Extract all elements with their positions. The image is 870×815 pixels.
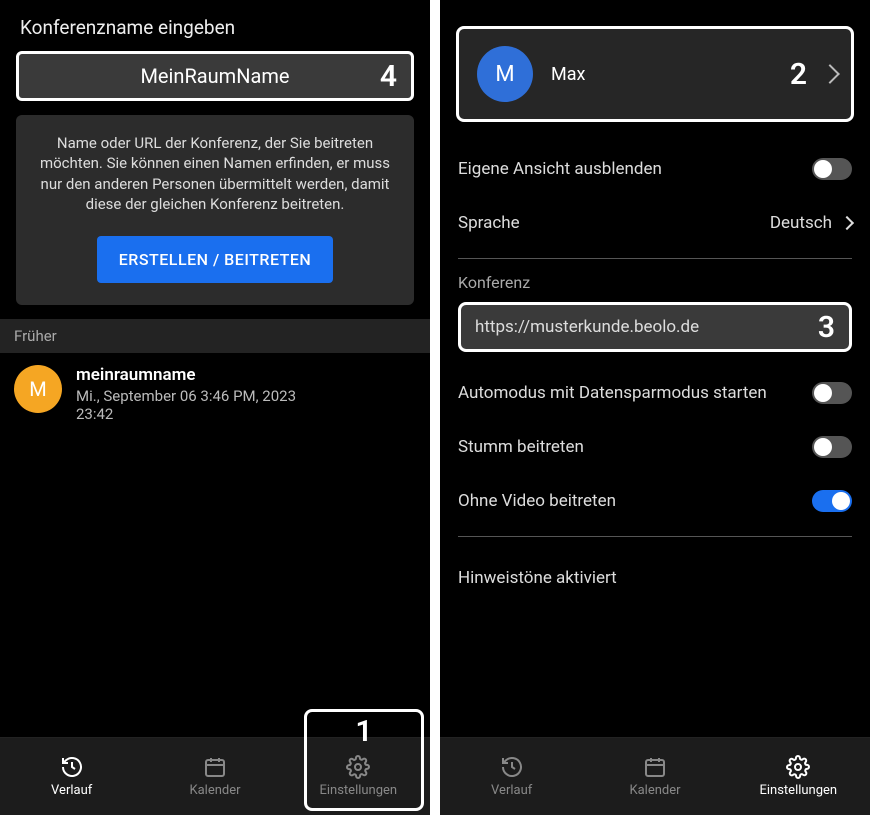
history-item[interactable]: M meinraumname Mi., September 06 3:46 PM…: [0, 353, 430, 435]
info-card: Name oder URL der Konferenz, der Sie bei…: [16, 115, 414, 305]
profile-row[interactable]: M Max 2: [456, 26, 854, 122]
nav-label: Kalender: [189, 783, 240, 798]
history-icon: [60, 755, 84, 779]
nav-label: Verlauf: [51, 783, 92, 798]
nav-label: Kalender: [629, 783, 680, 798]
setting-label: Stumm beitreten: [458, 437, 584, 457]
divider: [458, 258, 852, 259]
nav-label: Einstellungen: [759, 783, 837, 798]
avatar: M: [14, 365, 62, 413]
phone-screen-verlauf: Konferenzname eingeben MeinRaumName 4 Na…: [0, 0, 430, 815]
nav-kalender[interactable]: Kalender: [605, 749, 705, 804]
annotation-4: 4: [380, 59, 397, 94]
gear-icon: [786, 755, 810, 779]
toggle-mute[interactable]: [812, 436, 852, 458]
create-join-button[interactable]: ERSTELLEN / BEITRETEN: [97, 236, 334, 283]
chevron-right-icon: [820, 64, 840, 84]
nav-einstellungen[interactable]: Einstellungen: [748, 749, 848, 804]
toggle-no-video[interactable]: [812, 490, 852, 512]
setting-label: Hinweistöne aktiviert: [458, 568, 617, 588]
profile-name: Max: [551, 64, 585, 85]
bottom-nav: Verlauf Kalender Einstellungen: [0, 737, 430, 815]
nav-label: Verlauf: [491, 783, 532, 798]
annotation-3: 3: [818, 310, 835, 345]
gear-icon: [346, 755, 370, 779]
info-text: Name oder URL der Konferenz, der Sie bei…: [30, 133, 400, 214]
room-name-value: MeinRaumName: [140, 64, 289, 88]
toggle-automode[interactable]: [812, 382, 852, 404]
room-name-input[interactable]: MeinRaumName 4: [16, 51, 414, 101]
earlier-section-header: Früher: [0, 319, 430, 353]
calendar-icon: [643, 755, 667, 779]
server-url-value: https://musterkunde.beolo.de: [475, 317, 699, 337]
history-icon: [500, 755, 524, 779]
input-label: Konferenzname eingeben: [0, 0, 430, 45]
nav-verlauf[interactable]: Verlauf: [462, 749, 562, 804]
history-date: Mi., September 06 3:46 PM, 2023: [76, 387, 296, 405]
phone-screen-einstellungen: M Max 2 Eigene Ansicht ausblenden Sprach…: [440, 0, 870, 815]
setting-label: Sprache: [458, 213, 520, 233]
settings-list: Eigene Ansicht ausblenden Sprache Deutsc…: [440, 122, 870, 605]
setting-label: Automodus mit Datensparmodus starten: [458, 383, 767, 403]
setting-automode[interactable]: Automodus mit Datensparmodus starten: [458, 366, 852, 420]
nav-verlauf[interactable]: Verlauf: [22, 749, 122, 804]
chevron-right-icon: [840, 216, 854, 230]
section-conference: Konferenz: [458, 273, 852, 292]
avatar: M: [477, 46, 533, 102]
toggle-hide-self[interactable]: [812, 158, 852, 180]
history-duration: 23:42: [76, 405, 296, 423]
calendar-icon: [203, 755, 227, 779]
setting-no-video[interactable]: Ohne Video beitreten: [458, 474, 852, 528]
annotation-2: 2: [790, 57, 807, 92]
setting-value: Deutsch: [770, 213, 852, 233]
history-title: meinraumname: [76, 365, 296, 385]
setting-label: Eigene Ansicht ausblenden: [458, 159, 662, 179]
setting-tones[interactable]: Hinweistöne aktiviert: [458, 551, 852, 605]
server-url-input[interactable]: https://musterkunde.beolo.de 3: [458, 302, 852, 352]
setting-language[interactable]: Sprache Deutsch: [458, 196, 852, 250]
nav-kalender[interactable]: Kalender: [165, 749, 265, 804]
setting-hide-self[interactable]: Eigene Ansicht ausblenden: [458, 142, 852, 196]
nav-label: Einstellungen: [319, 783, 397, 798]
nav-einstellungen[interactable]: Einstellungen: [308, 749, 408, 804]
setting-label: Ohne Video beitreten: [458, 491, 616, 511]
setting-mute-join[interactable]: Stumm beitreten: [458, 420, 852, 474]
history-meta: meinraumname Mi., September 06 3:46 PM, …: [76, 365, 296, 423]
divider: [458, 536, 852, 537]
bottom-nav: Verlauf Kalender Einstellungen: [440, 737, 870, 815]
